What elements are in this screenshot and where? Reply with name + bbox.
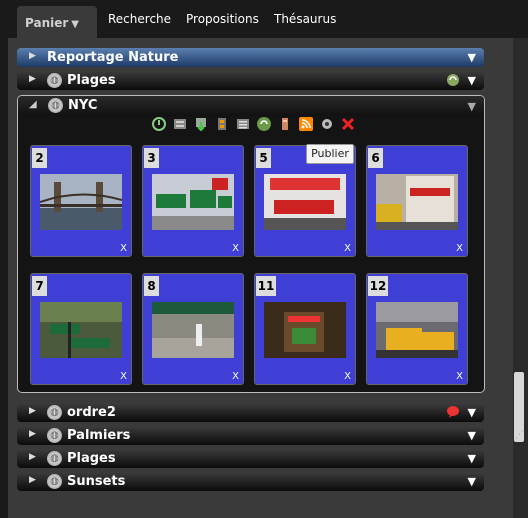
basket-row-ordre2[interactable]: ▶ ◍ ordre2 ▼ bbox=[17, 403, 484, 422]
tooltip-publier: Publier bbox=[306, 144, 354, 164]
image-card[interactable]: 11 X bbox=[254, 273, 356, 385]
image-thumbnail[interactable] bbox=[40, 302, 122, 358]
basket-icon: ◍ bbox=[47, 428, 62, 443]
remove-card-button[interactable]: X bbox=[232, 371, 239, 382]
basket-row-label: NYC bbox=[68, 98, 98, 113]
basket-row-plages-2[interactable]: ▶ ◍ Plages ▼ bbox=[17, 449, 484, 468]
remove-card-button[interactable]: X bbox=[344, 243, 351, 254]
remove-card-button[interactable]: X bbox=[456, 371, 463, 382]
image-thumbnail[interactable] bbox=[376, 174, 458, 230]
basket-row-palmiers[interactable]: ▶ ◍ Palmiers ▼ bbox=[17, 426, 484, 445]
chevron-down-icon[interactable]: ▼ bbox=[468, 452, 476, 465]
chevron-down-icon[interactable]: ▼ bbox=[468, 475, 476, 488]
remove-card-button[interactable]: X bbox=[120, 371, 127, 382]
expand-triangle-icon[interactable]: ▶ bbox=[29, 429, 36, 439]
remove-card-button[interactable]: X bbox=[456, 243, 463, 254]
basket-row-label: Palmiers bbox=[67, 428, 131, 443]
image-thumbnail[interactable] bbox=[376, 302, 458, 358]
basket-row-label: ordre2 bbox=[67, 405, 116, 420]
remove-card-button[interactable]: X bbox=[344, 371, 351, 382]
collapse-triangle-icon[interactable]: ◢ bbox=[29, 99, 37, 110]
image-card[interactable]: 7 X bbox=[30, 273, 132, 385]
tab-bar: Panier ▼ Recherche Propositions Thésaurus bbox=[0, 0, 528, 40]
scrollbar[interactable] bbox=[513, 38, 528, 518]
expand-triangle-icon[interactable]: ▶ bbox=[29, 452, 36, 462]
basket-row-sunsets[interactable]: ▶ ◍ Sunsets ▼ bbox=[17, 472, 484, 491]
remove-card-button[interactable]: X bbox=[120, 243, 127, 254]
image-thumbnail[interactable] bbox=[40, 174, 122, 230]
card-number: 8 bbox=[144, 276, 159, 296]
print-icon[interactable] bbox=[172, 116, 188, 132]
image-card[interactable]: 8 X bbox=[142, 273, 244, 385]
chevron-down-icon[interactable]: ▼ bbox=[468, 429, 476, 442]
image-thumbnail[interactable] bbox=[152, 302, 234, 358]
card-number: 5 bbox=[256, 148, 271, 168]
settings-icon[interactable] bbox=[319, 116, 335, 132]
tab-panier[interactable]: Panier ▼ bbox=[17, 6, 97, 40]
tab-propositions[interactable]: Propositions bbox=[186, 12, 259, 26]
chevron-down-icon[interactable]: ▼ bbox=[468, 406, 476, 419]
archive-icon[interactable] bbox=[214, 116, 230, 132]
card-number: 7 bbox=[32, 276, 47, 296]
expand-triangle-icon[interactable]: ▶ bbox=[29, 406, 36, 416]
basket-icon: ◍ bbox=[48, 98, 63, 113]
sync-icon[interactable] bbox=[446, 73, 460, 87]
chevron-down-icon: ▼ bbox=[71, 19, 79, 30]
image-thumbnail[interactable] bbox=[264, 174, 346, 230]
resize-grip-icon[interactable]: ⋰ bbox=[515, 430, 525, 440]
refresh-icon[interactable] bbox=[151, 116, 167, 132]
rss-icon[interactable] bbox=[298, 116, 314, 132]
image-card[interactable]: 12 X bbox=[366, 273, 468, 385]
basket-row-label: Plages bbox=[67, 451, 116, 466]
card-number: 2 bbox=[32, 148, 47, 168]
image-thumbnail[interactable] bbox=[152, 174, 234, 230]
card-number: 6 bbox=[368, 148, 383, 168]
tab-recherche[interactable]: Recherche bbox=[108, 12, 171, 26]
image-card[interactable]: 3 X bbox=[142, 145, 244, 257]
basket-row-plages[interactable]: ▶ ◍ Plages ▼ bbox=[17, 71, 484, 90]
list-icon[interactable] bbox=[235, 116, 251, 132]
download-icon[interactable] bbox=[193, 116, 209, 132]
chevron-down-icon[interactable]: ▼ bbox=[468, 74, 476, 87]
basket-icon: ◍ bbox=[47, 474, 62, 489]
tab-thesaurus[interactable]: Thésaurus bbox=[274, 12, 336, 26]
expand-triangle-icon[interactable]: ▶ bbox=[29, 74, 36, 84]
expand-triangle-icon[interactable]: ▶ bbox=[29, 475, 36, 485]
basket-icon: ◍ bbox=[47, 73, 62, 88]
comment-icon[interactable] bbox=[446, 405, 460, 419]
chevron-down-icon[interactable]: ▼ bbox=[468, 100, 476, 113]
basket-row-nyc[interactable]: ◢ ◍ NYC ▼ bbox=[18, 96, 484, 116]
basket-row-reportage[interactable]: ▶ Reportage Nature ▼ bbox=[17, 48, 484, 67]
basket-icon: ◍ bbox=[47, 451, 62, 466]
refresh-green-icon[interactable] bbox=[256, 116, 272, 132]
image-card[interactable]: 6 X bbox=[366, 145, 468, 257]
basket-row-label: Reportage Nature bbox=[47, 50, 179, 65]
bookmark-icon[interactable] bbox=[277, 116, 293, 132]
delete-icon[interactable] bbox=[340, 116, 356, 132]
tab-panier-label: Panier bbox=[25, 16, 69, 30]
basket-row-label: Sunsets bbox=[67, 474, 126, 489]
card-number: 11 bbox=[256, 276, 276, 296]
image-thumbnail[interactable] bbox=[264, 302, 346, 358]
expand-triangle-icon[interactable]: ▶ bbox=[29, 51, 36, 61]
card-number: 12 bbox=[368, 276, 388, 296]
basket-icon: ◍ bbox=[47, 405, 62, 420]
card-number: 3 bbox=[144, 148, 159, 168]
remove-card-button[interactable]: X bbox=[232, 243, 239, 254]
basket-row-label: Plages bbox=[67, 73, 116, 88]
chevron-down-icon[interactable]: ▼ bbox=[468, 51, 476, 64]
image-card[interactable]: 2 X bbox=[30, 145, 132, 257]
